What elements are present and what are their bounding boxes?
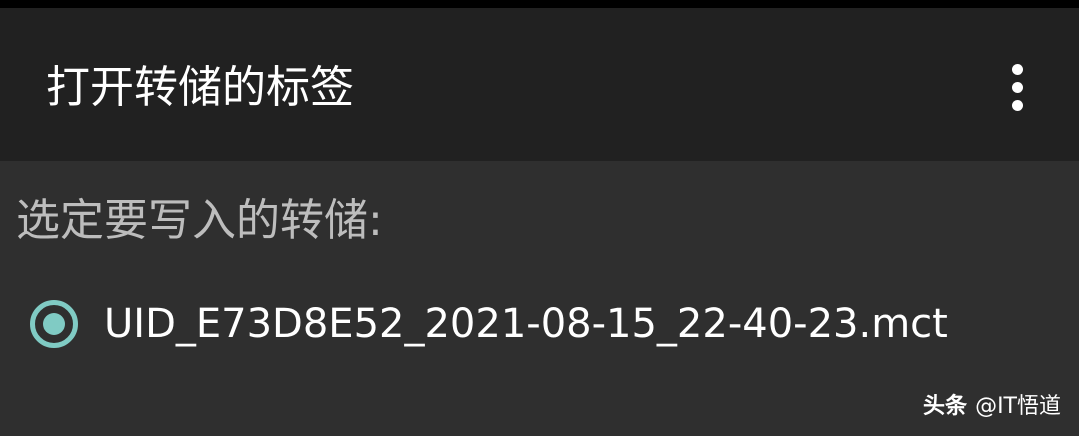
dump-selection-panel: 选定要写入的转储: UID_E73D8E52_2021-08-15_22-40-… bbox=[0, 161, 1079, 436]
dump-option-row[interactable]: UID_E73D8E52_2021-08-15_22-40-23.mct bbox=[20, 286, 1060, 370]
more-vert-icon-dot-top bbox=[1012, 64, 1023, 75]
overflow-menu-button[interactable] bbox=[994, 58, 1042, 118]
radio-button-icon[interactable] bbox=[30, 300, 78, 348]
select-dump-prompt: 选定要写入的转储: bbox=[16, 195, 383, 246]
more-vert-icon-dot-middle bbox=[1012, 82, 1023, 93]
radio-checked-dot bbox=[43, 313, 65, 335]
watermark-handle: @IT悟道 bbox=[975, 394, 1061, 419]
more-vert-icon-dot-bottom bbox=[1012, 100, 1023, 111]
status-bar bbox=[0, 0, 1079, 8]
watermark-brand: 头条 bbox=[923, 394, 968, 419]
dump-file-label[interactable]: UID_E73D8E52_2021-08-15_22-40-23.mct bbox=[104, 294, 948, 354]
screen: 打开转储的标签 选定要写入的转储: UID_E73D8E52_2021-08-1… bbox=[0, 0, 1079, 436]
watermark: 头条 @IT悟道 bbox=[923, 392, 1061, 422]
app-toolbar: 打开转储的标签 bbox=[0, 8, 1079, 161]
page-title: 打开转储的标签 bbox=[46, 62, 354, 113]
